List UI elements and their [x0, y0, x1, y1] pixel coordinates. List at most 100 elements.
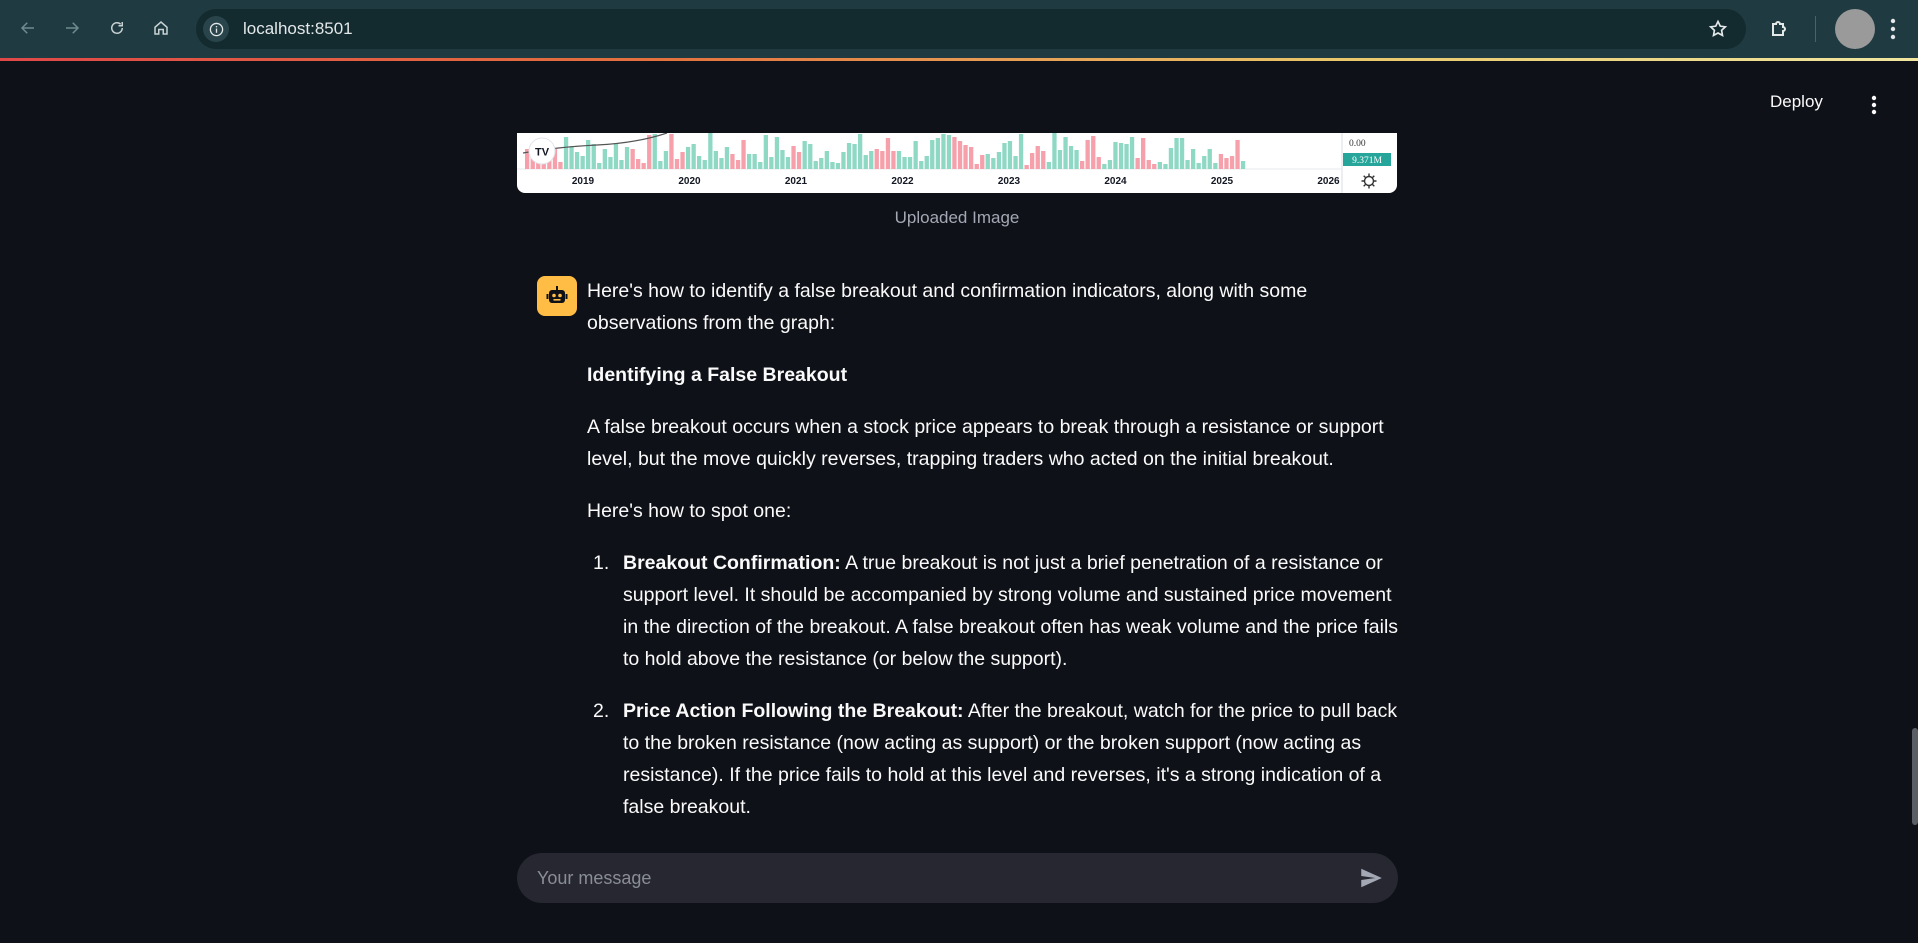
assistant-avatar — [537, 276, 577, 316]
volume-bar — [569, 146, 574, 169]
volume-bar — [946, 135, 952, 169]
url-text[interactable]: localhost:8501 — [243, 19, 353, 39]
volume-bar — [1046, 162, 1051, 169]
send-icon[interactable] — [1358, 865, 1384, 891]
volume-bar — [630, 149, 635, 169]
volume-bar — [652, 134, 657, 169]
toolbar-separator — [1815, 16, 1816, 42]
volume-bar — [735, 160, 741, 169]
volume-bar — [941, 134, 946, 169]
forward-icon[interactable] — [58, 14, 86, 42]
volume-bar — [869, 151, 874, 169]
volume-bar — [708, 133, 713, 169]
volume-bar — [1174, 138, 1179, 169]
deploy-button[interactable]: Deploy — [1770, 92, 1823, 112]
time-axis-label: 2020 — [678, 176, 701, 187]
address-bar[interactable]: localhost:8501 — [196, 9, 1746, 49]
volume-bar — [935, 138, 940, 169]
volume-bar — [758, 162, 763, 169]
profile-avatar[interactable] — [1835, 9, 1875, 49]
star-icon[interactable] — [1708, 19, 1728, 39]
volume-bar — [752, 154, 757, 169]
volume-bar — [1235, 140, 1240, 169]
volume-bar — [1196, 163, 1201, 169]
volume-bar — [902, 157, 907, 169]
volume-bar — [1063, 137, 1068, 169]
volume-bar — [1185, 160, 1190, 169]
volume-bar — [1113, 142, 1118, 169]
info-icon[interactable] — [203, 16, 229, 42]
volume-bar — [1168, 148, 1174, 169]
volume-bar — [647, 135, 652, 169]
time-axis-label: 2025 — [1211, 176, 1234, 187]
list-item: 1. Breakout Confirmation: A true breakou… — [587, 547, 1402, 675]
message-heading: Identifying a False Breakout — [587, 364, 848, 386]
volume-bar — [824, 151, 829, 169]
volume-bar — [846, 143, 852, 169]
volume-bar — [1052, 133, 1057, 169]
volume-bar — [774, 137, 780, 169]
volume-badge: 9.371M — [1352, 156, 1382, 166]
volume-bar — [663, 151, 669, 169]
volume-bar — [924, 156, 929, 169]
volume-bar — [1124, 144, 1129, 169]
volume-bar — [1074, 150, 1079, 169]
time-axis-label: 2019 — [572, 176, 595, 187]
volume-bar — [841, 152, 846, 169]
volume-bar — [1013, 156, 1018, 169]
volume-bar — [1035, 146, 1040, 169]
volume-bar — [636, 159, 641, 169]
volume-bar — [785, 157, 791, 169]
volume-bar — [719, 158, 724, 169]
back-icon[interactable] — [14, 14, 42, 42]
volume-bar — [769, 157, 774, 169]
volume-bar — [747, 154, 752, 169]
volume-bar — [691, 144, 696, 169]
volume-bar — [1080, 161, 1085, 169]
volume-bar — [1091, 136, 1096, 169]
volume-bar — [813, 161, 818, 169]
volume-bar — [1007, 141, 1013, 169]
volume-bar — [863, 155, 868, 169]
volume-bar — [1191, 149, 1196, 169]
volume-bar — [641, 163, 646, 169]
extensions-icon[interactable] — [1768, 16, 1792, 40]
home-icon[interactable] — [147, 14, 175, 42]
volume-bar — [697, 156, 702, 169]
volume-bar — [1202, 156, 1207, 169]
page-scrollbar[interactable] — [1912, 728, 1918, 825]
volume-bar — [796, 152, 802, 169]
volume-bar — [680, 152, 685, 169]
volume-bar — [1218, 154, 1224, 169]
volume-bar — [1157, 162, 1162, 169]
volume-bar — [819, 158, 824, 169]
message-intro: Here's how to identify a false breakout … — [587, 280, 1308, 334]
volume-bar — [763, 135, 768, 169]
volume-bar — [619, 160, 624, 169]
message-spot-intro: Here's how to spot one: — [587, 500, 792, 522]
loading-accent-bar — [0, 58, 1918, 61]
volume-bar — [852, 144, 857, 169]
more-icon[interactable] — [1890, 18, 1896, 40]
volume-bar — [780, 150, 785, 169]
volume-bar — [597, 163, 602, 169]
app-menu-icon[interactable] — [1864, 94, 1884, 116]
volume-bar — [1068, 146, 1074, 169]
time-axis-label: 2024 — [1104, 176, 1127, 187]
volume-bar — [1207, 149, 1212, 169]
volume-bar — [669, 134, 674, 169]
volume-bar — [991, 158, 996, 169]
list-item-number: 1. — [593, 552, 610, 574]
volume-bar — [969, 147, 974, 169]
reload-icon[interactable] — [103, 14, 131, 42]
volume-bar — [591, 144, 596, 169]
chat-message-input[interactable] — [537, 867, 1337, 889]
volume-bar — [808, 144, 813, 169]
volume-bar — [574, 152, 580, 169]
volume-bar — [563, 137, 569, 169]
chart-settings-icon — [1363, 175, 1375, 187]
volume-bar — [930, 140, 935, 169]
volume-bar — [713, 151, 718, 169]
volume-bar — [1213, 163, 1218, 169]
volume-bar — [835, 163, 841, 169]
